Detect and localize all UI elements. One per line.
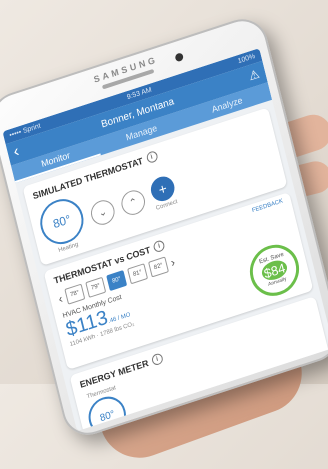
temp-option[interactable]: 78°	[64, 283, 86, 305]
connect-group: + Connect	[148, 173, 179, 212]
thermostat-display: 80° Heating	[35, 193, 90, 257]
savings-badge: Est. Save $84 Annually	[244, 238, 305, 303]
alert-icon[interactable]: ⚠	[244, 67, 261, 85]
info-icon[interactable]: i	[150, 352, 164, 367]
prev-arrow-icon[interactable]: ‹	[57, 291, 64, 306]
info-icon[interactable]: i	[152, 239, 166, 254]
temp-up-button[interactable]: ⌃	[118, 187, 148, 219]
thermostat-temp[interactable]: 80°	[35, 193, 89, 250]
next-arrow-icon[interactable]: ›	[169, 255, 176, 270]
temp-option[interactable]: 81°	[127, 263, 149, 285]
temp-option[interactable]: 79°	[85, 276, 107, 298]
info-icon[interactable]: i	[145, 150, 159, 165]
temp-down-button[interactable]: ⌄	[88, 197, 118, 228]
temp-option[interactable]: 82°	[148, 256, 170, 278]
temp-option-selected[interactable]: 80°	[106, 269, 128, 292]
